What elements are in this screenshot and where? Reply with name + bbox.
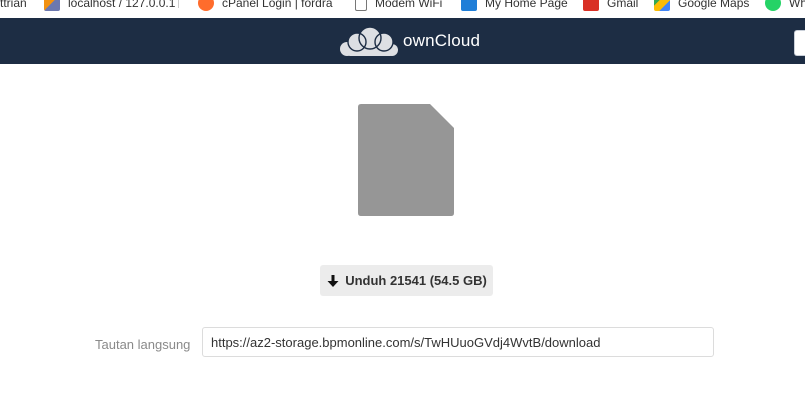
bookmark-item[interactable]: localhost / 127.0.0.1: [44, 0, 175, 12]
bookmark-item[interactable]: cPanel Login | fordra: [198, 0, 333, 12]
direct-link-label: Tautan langsung: [95, 337, 191, 352]
brand-name: ownCloud: [403, 31, 481, 50]
download-icon: [327, 274, 339, 287]
bookmark-label: My Home Page: [485, 0, 568, 10]
bookmark-item[interactable]: ttrian: [0, 0, 27, 12]
page-icon: [355, 0, 367, 11]
file-icon: [358, 104, 454, 216]
bookmark-item[interactable]: Modem WiFi: [352, 0, 442, 12]
bookmark-label: Gmail: [607, 0, 639, 10]
header-button[interactable]: [794, 30, 805, 56]
download-button[interactable]: Unduh 21541 (54.5 GB): [320, 265, 493, 296]
bookmark-item[interactable]: Google Maps: [654, 0, 749, 12]
bookmark-item[interactable]: My Home Page: [461, 0, 568, 12]
phpmyadmin-icon: [44, 0, 60, 11]
bookmark-label: Google Maps: [678, 0, 750, 10]
direct-link-field[interactable]: [202, 327, 714, 357]
bookmark-item[interactable]: Gmail: [583, 0, 638, 12]
whatsapp-icon: [765, 0, 781, 11]
cloud-logo-icon: [340, 26, 398, 56]
bookmark-label: ttrian: [0, 0, 27, 10]
bookmark-item[interactable]: Wh: [765, 0, 805, 12]
brand-logo[interactable]: ownCloud: [337, 24, 480, 58]
home-page-icon: [461, 0, 477, 11]
gmail-icon: [583, 0, 599, 11]
cpanel-icon: [198, 0, 214, 11]
bookmark-label: cPanel Login | fordra: [222, 0, 333, 10]
bookmark-label: Modem WiFi: [375, 0, 443, 10]
google-maps-icon: [654, 0, 670, 11]
bookmarks-bar: ttrian localhost / 127.0.0.1 cPanel Logi…: [0, 0, 805, 18]
bookmark-label: localhost / 127.0.0.1: [68, 0, 176, 10]
download-label: Unduh 21541 (54.5 GB): [345, 273, 487, 288]
bookmark-label: Wh: [789, 0, 805, 10]
app-header: ownCloud: [0, 18, 805, 64]
bookmark-separator: [178, 0, 179, 8]
